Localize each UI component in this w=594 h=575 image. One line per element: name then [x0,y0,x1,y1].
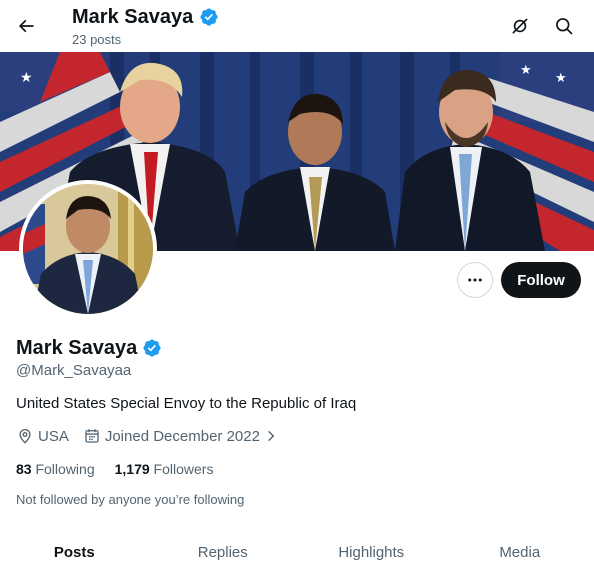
profile-handle: @Mark_Savayaa [16,362,132,379]
profile-name-row: Mark Savaya [16,336,162,360]
location-pin-icon [19,429,31,444]
followers-label: Followers [153,461,214,477]
more-horizontal-icon [468,278,482,282]
following-label: Following [35,461,95,477]
avatar[interactable] [19,180,157,318]
grok-icon [512,18,528,34]
location-item: USA [16,427,69,445]
tab-media[interactable]: Media [446,530,594,575]
verified-badge-icon[interactable] [142,338,162,358]
profile-bio: United States Special Envoy to the Repub… [16,395,357,412]
tab-highlights[interactable]: Highlights [297,530,446,575]
profile-header: Mark Savaya 23 posts [0,0,594,52]
profile-meta: USA Joined December 2022 [16,427,278,445]
tab-posts[interactable]: Posts [0,530,149,575]
joined-text: Joined December 2022 [104,427,260,445]
header-title-row: Mark Savaya [72,5,219,29]
following-link[interactable]: 83 Following [16,461,95,477]
chevron-right-icon [268,430,275,442]
profile-name: Mark Savaya [16,337,138,359]
followers-count: 1,179 [114,461,150,477]
svg-text:★: ★ [520,63,532,78]
joined-item[interactable]: Joined December 2022 [83,427,278,445]
search-icon [556,18,573,35]
location-text: USA [38,427,69,445]
svg-text:★: ★ [20,70,33,86]
arrow-left-icon [18,19,34,33]
more-options-button[interactable] [457,262,493,298]
follow-button[interactable]: Follow [501,262,581,298]
calendar-icon [85,429,99,443]
header-name: Mark Savaya [72,6,194,28]
grok-button[interactable] [502,8,538,44]
profile-tabs: Posts Replies Highlights Media [0,530,594,575]
follow-stats: 83 Following 1,179 Followers [16,461,233,477]
following-count: 83 [16,461,32,477]
back-button[interactable] [8,8,44,44]
followers-link[interactable]: 1,179 Followers [115,461,214,477]
svg-text:★: ★ [555,71,567,86]
tab-replies[interactable]: Replies [149,530,298,575]
header-posts-count: 23 posts [72,32,122,47]
mutual-followers-text: Not followed by anyone you’re following [16,492,245,507]
verified-badge-icon [200,8,218,26]
search-button[interactable] [546,8,582,44]
